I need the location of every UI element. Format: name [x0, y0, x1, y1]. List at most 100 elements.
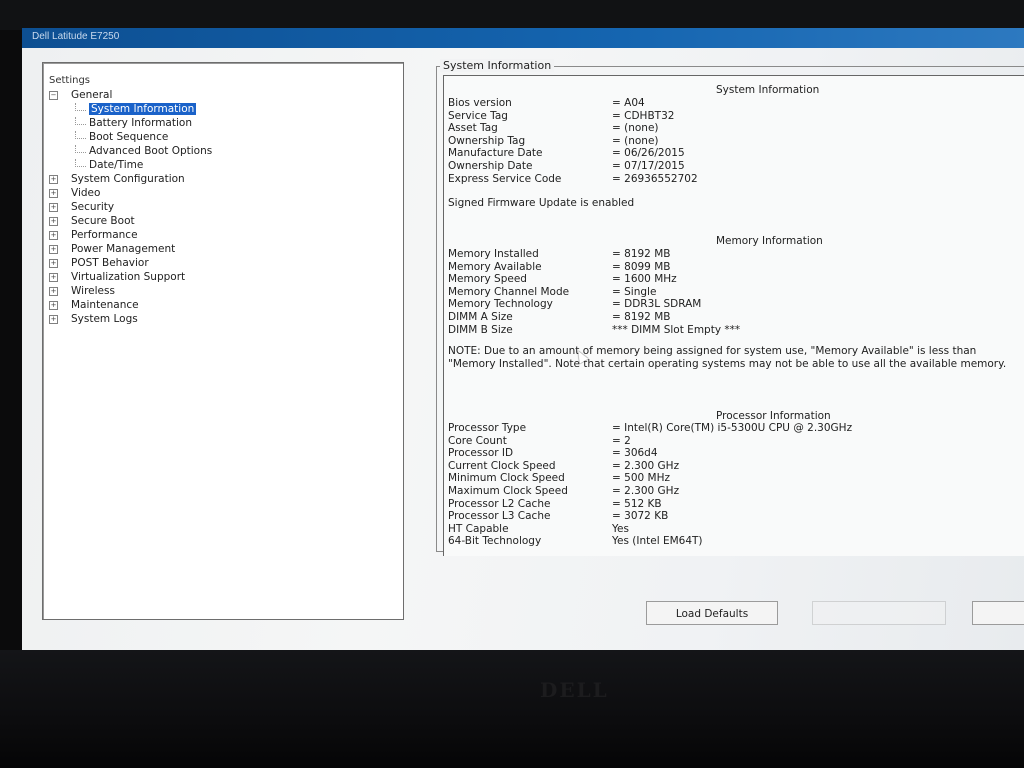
expand-icon[interactable]: +: [49, 175, 58, 184]
tree-list: − General System Information Battery Inform…: [43, 89, 403, 327]
info-panel[interactable]: System Information Bios version = A04 Serv…: [443, 75, 1024, 556]
info-value: = 1600 MHz: [612, 273, 677, 286]
expand-icon[interactable]: +: [49, 301, 58, 310]
info-row: 64-Bit Technology Yes (Intel EM64T): [448, 535, 1018, 548]
info-value: *** DIMM Slot Empty ***: [612, 323, 741, 336]
info-value: = 8192 MB: [612, 248, 671, 260]
expand-icon[interactable]: +: [49, 315, 58, 324]
tree-connector: [75, 145, 86, 153]
info-value: = 8099 MB: [612, 260, 671, 273]
info-label: Processor L2 Cache: [448, 497, 551, 510]
expand-icon[interactable]: +: [49, 203, 58, 212]
tree-item-label: Secure Boot: [71, 215, 135, 227]
tree-item[interactable]: Battery Information: [43, 117, 403, 131]
tree-item[interactable]: Advanced Boot Options: [43, 145, 403, 159]
info-label: DIMM A Size: [448, 311, 513, 323]
bezel-top: [0, 0, 1024, 30]
collapse-icon[interactable]: −: [49, 91, 58, 100]
settings-tree[interactable]: Settings − General System Information Batte…: [42, 62, 404, 620]
tree-item[interactable]: + Wireless: [43, 285, 403, 299]
apply-button[interactable]: [812, 601, 946, 625]
info-row: Maximum Clock Speed = 2.300 GHz: [448, 485, 1018, 498]
info-row: HT Capable Yes: [448, 523, 1018, 536]
info-row: Express Service Code = 26936552702: [448, 173, 1018, 186]
info-value: = 2.300 GHz: [612, 485, 680, 497]
expand-icon[interactable]: +: [49, 217, 58, 226]
tree-item-label: System Configuration: [71, 173, 185, 185]
tree-item-label: Boot Sequence: [89, 131, 169, 143]
info-value: = 2.300 GHz: [612, 459, 680, 472]
info-value: = 06/26/2015: [612, 147, 685, 160]
expand-icon[interactable]: +: [49, 231, 58, 240]
info-row: Service Tag = CDHBT32: [448, 110, 1018, 123]
info-label: Express Service Code: [448, 172, 562, 185]
tree-connector: [75, 103, 86, 111]
expand-icon[interactable]: +: [49, 259, 58, 268]
tree-item[interactable]: + Secure Boot: [43, 215, 403, 229]
tree-connector: [75, 117, 86, 125]
exit-button[interactable]: [972, 601, 1024, 625]
info-row: Memory Available = 8099 MB: [448, 261, 1018, 274]
info-label: Processor L3 Cache: [448, 510, 551, 523]
expand-icon[interactable]: +: [49, 245, 58, 254]
info-label: Manufacture Date: [448, 147, 543, 160]
tree-item[interactable]: − General: [43, 89, 403, 103]
info-label: Ownership Date: [448, 160, 533, 172]
info-label: HT Capable: [448, 522, 509, 535]
dell-logo: DELL: [540, 678, 609, 702]
info-row: Memory Channel Mode = Single: [448, 286, 1018, 299]
tree-item[interactable]: + Power Management: [43, 243, 403, 257]
tree-item-label: Video: [71, 187, 101, 199]
info-label: Ownership Tag: [448, 134, 526, 147]
tree-item[interactable]: + System Configuration: [43, 173, 403, 187]
info-value: Yes (Intel EM64T): [612, 535, 703, 548]
section-title-system: System Information: [716, 84, 820, 96]
expand-icon[interactable]: +: [49, 189, 58, 198]
info-row: Processor L2 Cache = 512 KB: [448, 498, 1018, 511]
info-label: Memory Installed: [448, 248, 539, 260]
info-value: Yes: [612, 522, 629, 535]
info-row: Bios version = A04: [448, 97, 1018, 110]
info-label: Processor ID: [448, 447, 514, 460]
tree-item[interactable]: + Security: [43, 201, 403, 215]
tree-item[interactable]: Date/Time: [43, 159, 403, 173]
info-row: Ownership Tag = (none): [448, 135, 1018, 148]
info-label: Memory Available: [448, 260, 542, 273]
info-label: Service Tag: [448, 109, 508, 122]
tree-item[interactable]: + POST Behavior: [43, 257, 403, 271]
expand-icon[interactable]: +: [49, 273, 58, 282]
tree-item[interactable]: + Performance: [43, 229, 403, 243]
info-value: = Intel(R) Core(TM) i5-5300U CPU @ 2.30G…: [612, 422, 853, 434]
tree-item[interactable]: + Virtualization Support: [43, 271, 403, 285]
info-label: Bios version: [448, 97, 512, 109]
expand-icon[interactable]: +: [49, 287, 58, 296]
info-value: = 2: [612, 434, 631, 447]
tree-item[interactable]: Boot Sequence: [43, 131, 403, 145]
tree-item[interactable]: + System Logs: [43, 313, 403, 327]
bios-screen: Dell Latitude E7250 Settings − General Sys…: [22, 28, 1024, 650]
load-defaults-button[interactable]: Load Defaults: [646, 601, 778, 625]
info-label: Minimum Clock Speed: [448, 472, 565, 485]
tree-root-label: Settings: [49, 75, 91, 86]
tree-item-label: Power Management: [71, 243, 176, 255]
tree-item[interactable]: + Video: [43, 187, 403, 201]
tree-item-label: Performance: [71, 229, 138, 241]
info-row: Current Clock Speed = 2.300 GHz: [448, 460, 1018, 473]
tree-item[interactable]: System Information: [43, 103, 403, 117]
tree-connector: [75, 159, 86, 167]
info-value: = 512 KB: [612, 497, 662, 510]
info-row: Memory Speed = 1600 MHz: [448, 273, 1018, 286]
info-label: Memory Channel Mode: [448, 285, 570, 298]
info-value: = 3072 KB: [612, 510, 669, 523]
tree-connector: [75, 131, 86, 139]
info-row: Asset Tag = (none): [448, 122, 1018, 135]
tree-item[interactable]: + Maintenance: [43, 299, 403, 313]
info-value: = A04: [612, 97, 645, 109]
info-label: Core Count: [448, 434, 507, 447]
info-label: Current Clock Speed: [448, 459, 556, 472]
tree-item-label: Battery Information: [89, 117, 192, 129]
info-value: = 07/17/2015: [612, 160, 685, 172]
info-value: = 26936552702: [612, 172, 698, 185]
section-title-memory: Memory Information: [716, 235, 823, 247]
tree-item-label: Date/Time: [89, 159, 144, 171]
